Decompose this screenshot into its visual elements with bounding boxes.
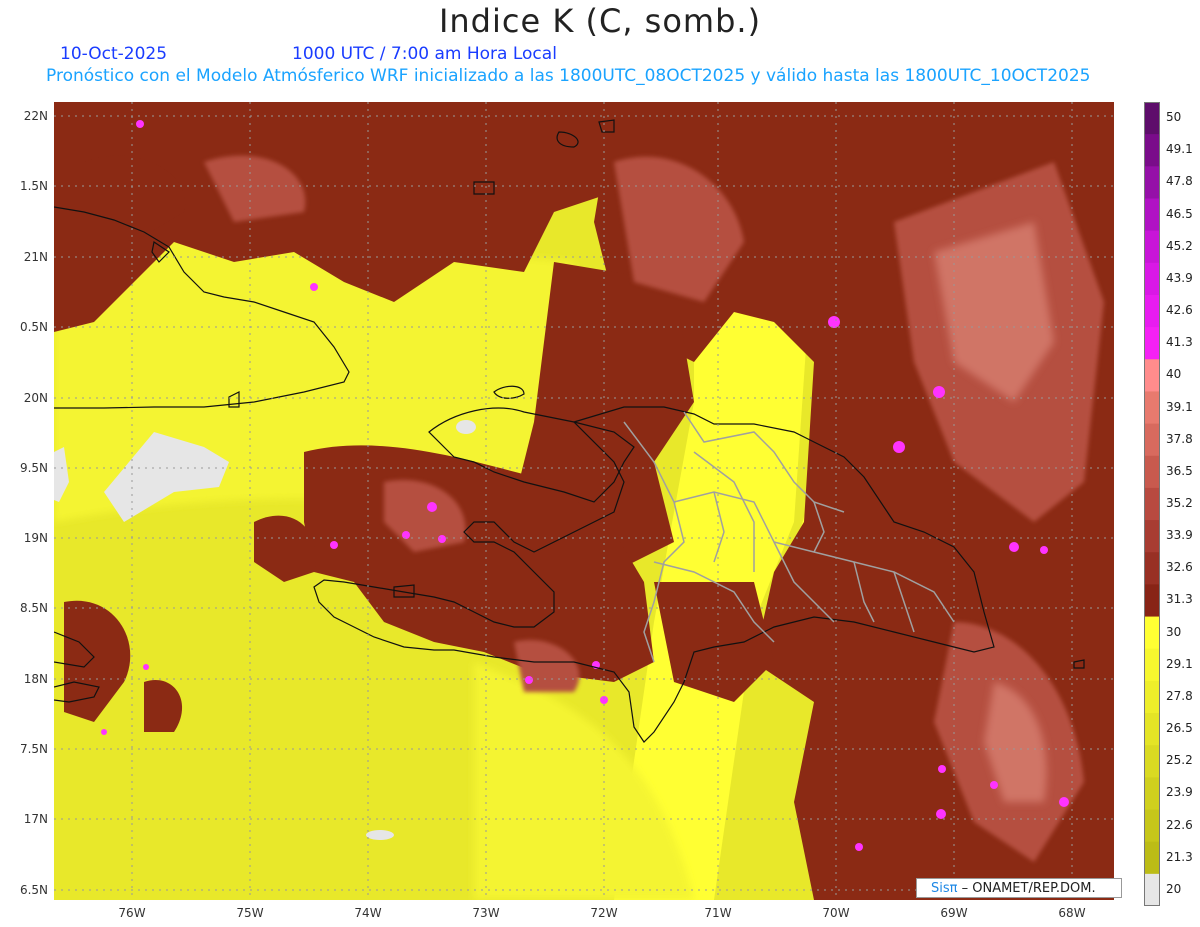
colorbar-cell [1144,391,1160,425]
lat-label: 7.5N [19,742,48,756]
forecast-time: 1000 UTC / 7:00 am Hora Local [292,44,557,64]
colorbar-cell [1144,327,1160,360]
lat-label: 9.5N [19,461,48,475]
lat-label: 6.5N [19,883,48,897]
colorbar-label: 27.8 [1166,688,1193,703]
colorbar-cell [1144,552,1160,585]
map-title: Indice K (C, somb.) [438,2,762,40]
colorbar-label: 47.8 [1166,174,1193,189]
lat-label: 20N [23,391,48,405]
credit-brand: Sisπ [931,881,958,896]
lat-label: 18N [23,672,48,686]
colorbar-label: 41.3 [1166,335,1193,350]
colorbar-label: 45.2 [1166,238,1193,253]
lon-label: 68W [1058,906,1086,920]
k-index-map [54,102,1114,900]
colorbar-cell [1144,713,1160,746]
lat-label: 8.5N [19,601,48,615]
colorbar-cell [1144,423,1160,457]
lon-label: 75W [236,906,264,920]
colorbar-cell [1144,841,1160,875]
colorbar-cell [1144,134,1160,167]
lat-label: 0.5N [19,320,48,334]
colorbar-cell [1144,102,1160,135]
credit-box: Sisπ – ONAMET/REP.DOM. [916,878,1122,898]
colorbar-cell [1144,166,1160,199]
colorbar-cell [1144,262,1160,296]
colorbar-cell [1144,198,1160,232]
colorbar-label: 30 [1166,624,1182,639]
colorbar-label: 26.5 [1166,721,1193,736]
credit-text: – ONAMET/REP.DOM. [957,881,1096,896]
colorbar-label: 23.9 [1166,785,1193,800]
colorbar-label: 25.2 [1166,753,1193,768]
colorbar-cell [1144,616,1160,650]
colorbar-label: 46.5 [1166,206,1193,221]
colorbar-label: 29.1 [1166,656,1193,671]
colorbar-cell [1144,230,1160,264]
forecast-subtitle: Pronóstico con el Modelo Atmósferico WRF… [46,66,1091,86]
lat-label: 21N [23,250,48,264]
colorbar-cell [1144,680,1160,714]
colorbar-label: 21.3 [1166,849,1193,864]
lat-label: 19N [23,531,48,545]
colorbar-cell [1144,777,1160,811]
lon-label: 74W [354,906,382,920]
lon-label: 70W [822,906,850,920]
colorbar-cell [1144,648,1160,682]
lon-label: 69W [940,906,968,920]
colorbar-label: 50 [1166,110,1182,125]
colorbar-label: 20 [1166,881,1182,896]
lat-label: 22N [23,109,48,123]
colorbar [1144,102,1160,906]
colorbar-label: 37.8 [1166,431,1193,446]
colorbar-label: 33.9 [1166,528,1193,543]
colorbar-cell [1144,294,1160,328]
lon-label: 71W [704,906,732,920]
forecast-date: 10-Oct-2025 [60,44,168,64]
colorbar-label: 49.1 [1166,142,1193,157]
colorbar-label: 42.6 [1166,303,1193,318]
colorbar-label: 32.6 [1166,560,1193,575]
colorbar-cell [1144,584,1160,618]
lat-label: 17N [23,812,48,826]
colorbar-cell [1144,873,1160,906]
colorbar-label: 22.6 [1166,817,1193,832]
colorbar-label: 40 [1166,367,1182,382]
colorbar-cell [1144,487,1160,521]
colorbar-cell [1144,809,1160,843]
colorbar-label: 36.5 [1166,463,1193,478]
colorbar-label: 39.1 [1166,399,1193,414]
colorbar-label: 43.9 [1166,270,1193,285]
colorbar-label: 35.2 [1166,496,1193,510]
lon-label: 76W [118,906,146,920]
lat-label: 1.5N [19,179,48,193]
colorbar-cell [1144,520,1160,553]
lon-label: 73W [472,906,500,920]
colorbar-cell [1144,745,1160,778]
colorbar-cell [1144,359,1160,392]
colorbar-cell [1144,455,1160,489]
lon-label: 72W [590,906,618,920]
colorbar-label: 31.3 [1166,592,1193,607]
